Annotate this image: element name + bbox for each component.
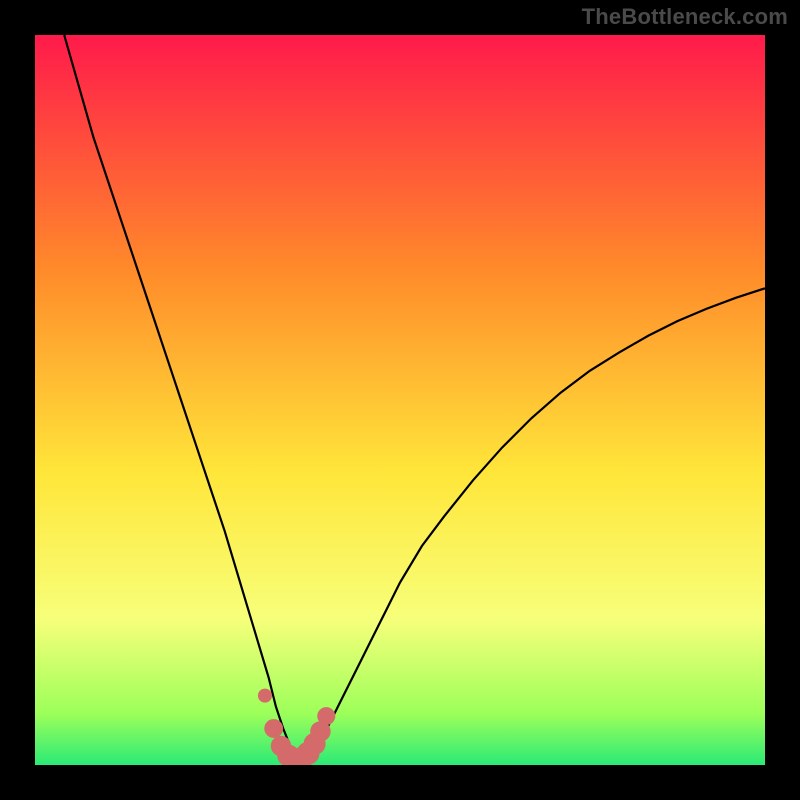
curve-marker — [317, 707, 335, 725]
watermark-text: TheBottleneck.com — [582, 4, 788, 30]
plot-area — [35, 35, 765, 765]
chart-frame: TheBottleneck.com — [0, 0, 800, 800]
curve-marker — [264, 719, 283, 738]
curve-marker — [258, 689, 272, 703]
gradient-background — [35, 35, 765, 765]
bottleneck-chart — [35, 35, 765, 765]
